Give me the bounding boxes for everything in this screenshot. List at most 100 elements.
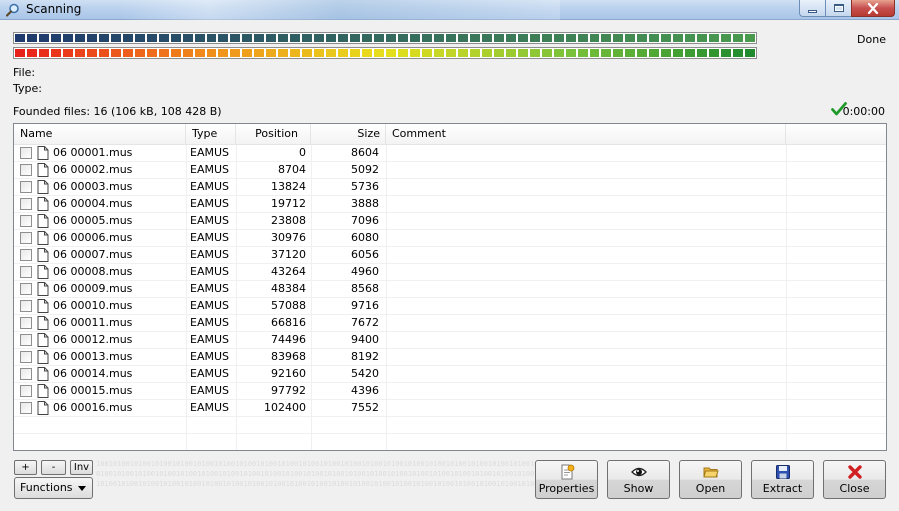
deselect-all-button[interactable]: - xyxy=(41,460,66,475)
open-button[interactable]: Open xyxy=(679,460,742,499)
row-checkbox[interactable] xyxy=(20,249,32,261)
file-position: 8704 xyxy=(278,163,306,176)
table-row[interactable]: 06 00014.mus EAMUS 92160 5420 xyxy=(14,366,886,383)
row-checkbox[interactable] xyxy=(20,300,32,312)
show-label: Show xyxy=(623,482,654,495)
file-size: 3888 xyxy=(351,197,379,210)
level-segment xyxy=(505,49,516,57)
file-position: 23808 xyxy=(271,214,306,227)
file-size: 7672 xyxy=(351,316,379,329)
progress-segment xyxy=(326,34,337,42)
properties-button[interactable]: Properties xyxy=(535,460,598,499)
table-row[interactable]: 06 00011.mus EAMUS 66816 7672 xyxy=(14,315,886,332)
table-row[interactable]: 06 00006.mus EAMUS 30976 6080 xyxy=(14,230,886,247)
table-row[interactable]: 06 00007.mus EAMUS 37120 6056 xyxy=(14,247,886,264)
progress-segment xyxy=(577,34,588,42)
column-header-position[interactable]: Position xyxy=(236,124,311,144)
column-header-type[interactable]: Type xyxy=(186,124,236,144)
file-type: EAMUS xyxy=(190,333,229,346)
eye-icon xyxy=(630,467,647,477)
row-checkbox[interactable] xyxy=(20,368,32,380)
level-segment xyxy=(290,49,301,57)
table-row[interactable]: 06 00003.mus EAMUS 13824 5736 xyxy=(14,179,886,196)
file-icon xyxy=(37,401,49,415)
progress-segment xyxy=(158,34,169,42)
file-name: 06 00011.mus xyxy=(53,316,133,329)
progress-segment xyxy=(338,34,349,42)
level-segment xyxy=(146,49,157,57)
select-all-button[interactable]: + xyxy=(14,460,37,475)
close-window-button[interactable] xyxy=(851,0,895,17)
table-row[interactable]: 06 00004.mus EAMUS 19712 3888 xyxy=(14,196,886,213)
row-checkbox[interactable] xyxy=(20,266,32,278)
row-checkbox[interactable] xyxy=(20,164,32,176)
table-row[interactable]: 06 00012.mus EAMUS 74496 9400 xyxy=(14,332,886,349)
file-size: 5736 xyxy=(351,180,379,193)
file-size: 6056 xyxy=(351,248,379,261)
column-header-size[interactable]: Size xyxy=(311,124,386,144)
level-segment xyxy=(685,49,696,57)
table-row[interactable]: 06 00015.mus EAMUS 97792 4396 xyxy=(14,383,886,400)
functions-dropdown-button[interactable]: Functions xyxy=(14,477,93,499)
level-segment xyxy=(517,49,528,57)
level-segment xyxy=(553,49,564,57)
table-row[interactable]: 06 00016.mus EAMUS 102400 7552 xyxy=(14,400,886,417)
level-segment xyxy=(386,49,396,57)
table-row[interactable]: 06 00005.mus EAMUS 23808 7096 xyxy=(14,213,886,230)
row-checkbox[interactable] xyxy=(20,181,32,193)
progress-segment xyxy=(409,34,420,42)
table-row[interactable]: 06 00002.mus EAMUS 8704 5092 xyxy=(14,162,886,179)
row-checkbox[interactable] xyxy=(20,402,32,414)
row-checkbox[interactable] xyxy=(20,232,32,244)
progress-segment xyxy=(350,34,361,42)
file-type: EAMUS xyxy=(190,146,229,159)
table-row[interactable]: 06 00008.mus EAMUS 43264 4960 xyxy=(14,264,886,281)
file-name: 06 00008.mus xyxy=(53,265,133,278)
progress-segment xyxy=(374,34,385,42)
extract-button[interactable]: Extract xyxy=(751,460,814,499)
progress-segment xyxy=(218,34,229,42)
table-row[interactable]: 06 00010.mus EAMUS 57088 9716 xyxy=(14,298,886,315)
maximize-button[interactable] xyxy=(825,0,851,17)
close-button[interactable]: Close xyxy=(823,460,886,499)
row-checkbox[interactable] xyxy=(20,317,32,329)
table-row[interactable]: 06 00001.mus EAMUS 0 8604 xyxy=(14,145,886,162)
file-size: 4960 xyxy=(351,265,379,278)
folder-icon xyxy=(702,467,719,478)
file-icon xyxy=(37,248,49,262)
level-segment xyxy=(589,49,600,57)
file-type: EAMUS xyxy=(190,197,229,210)
progress-segment xyxy=(553,34,564,42)
row-checkbox[interactable] xyxy=(20,283,32,295)
level-segment xyxy=(398,49,408,57)
file-type: EAMUS xyxy=(190,401,229,414)
row-checkbox[interactable] xyxy=(20,385,32,397)
found-files-list[interactable]: Name Type Position Size Comment 06 00001… xyxy=(13,123,887,451)
progress-segment xyxy=(254,34,265,42)
properties-icon xyxy=(561,464,574,480)
row-checkbox[interactable] xyxy=(20,198,32,210)
row-checkbox[interactable] xyxy=(20,147,32,159)
row-checkbox[interactable] xyxy=(20,215,32,227)
file-icon xyxy=(37,282,49,296)
show-button[interactable]: Show xyxy=(607,460,670,499)
progress-segment xyxy=(170,34,181,42)
window-title: Scanning xyxy=(26,2,82,16)
column-header-comment[interactable]: Comment xyxy=(386,124,786,144)
table-row[interactable]: 06 00009.mus EAMUS 48384 8568 xyxy=(14,281,886,298)
file-icon xyxy=(37,180,49,194)
level-progress-bar xyxy=(13,47,757,59)
progress-segment xyxy=(278,34,289,42)
progress-segment xyxy=(709,34,720,42)
file-type: EAMUS xyxy=(190,265,229,278)
type-label: Type: xyxy=(13,82,42,95)
row-checkbox[interactable] xyxy=(20,334,32,346)
table-row[interactable]: 06 00013.mus EAMUS 83968 8192 xyxy=(14,349,886,366)
title-bar[interactable]: Scanning xyxy=(0,0,899,20)
file-position: 92160 xyxy=(271,367,306,380)
invert-selection-button[interactable]: Inv xyxy=(70,460,93,475)
file-position: 43264 xyxy=(271,265,306,278)
minimize-button[interactable] xyxy=(799,0,825,17)
row-checkbox[interactable] xyxy=(20,351,32,363)
column-header-name[interactable]: Name xyxy=(14,124,186,144)
